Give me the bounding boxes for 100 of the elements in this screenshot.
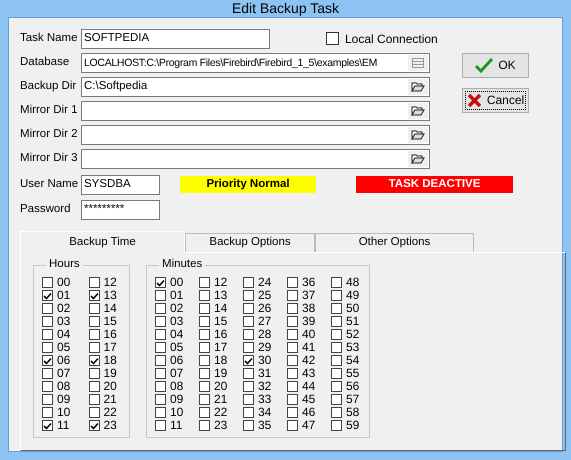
checkbox[interactable] — [287, 394, 298, 405]
text-field[interactable]: SYSDBA — [81, 175, 160, 195]
checkbox[interactable] — [331, 381, 342, 392]
checkbox[interactable] — [88, 277, 100, 288]
text-field[interactable]: SOFTPEDIA — [81, 29, 270, 49]
checkbox[interactable] — [88, 394, 100, 405]
text-field[interactable] — [81, 125, 430, 145]
checkbox[interactable] — [243, 277, 254, 288]
checkbox[interactable] — [42, 342, 53, 353]
cancel-button[interactable]: Cancel — [462, 88, 529, 113]
checkbox[interactable] — [243, 316, 254, 327]
checkbox[interactable] — [88, 381, 100, 392]
checkbox[interactable] — [287, 355, 298, 366]
checkbox[interactable] — [287, 329, 298, 340]
text-field[interactable]: ********* — [81, 200, 160, 220]
checkbox[interactable] — [199, 407, 210, 418]
checkbox[interactable] — [331, 394, 342, 405]
browse-button[interactable] — [408, 103, 428, 119]
checkbox[interactable] — [42, 290, 53, 301]
checkbox[interactable] — [42, 303, 53, 314]
checkbox[interactable] — [42, 394, 53, 405]
checkbox[interactable] — [331, 407, 342, 418]
checkbox[interactable] — [287, 420, 298, 431]
tab[interactable]: Other Options — [315, 233, 474, 252]
checkbox[interactable] — [42, 368, 53, 379]
checkbox[interactable] — [88, 316, 100, 327]
checkbox[interactable] — [88, 420, 100, 431]
browse-button[interactable] — [408, 79, 428, 95]
checkbox[interactable] — [88, 368, 100, 379]
checkbox[interactable] — [331, 303, 342, 314]
checkbox[interactable] — [88, 355, 100, 366]
browse-button[interactable] — [408, 127, 428, 143]
browse-button[interactable] — [408, 151, 428, 167]
checkbox[interactable] — [199, 329, 210, 340]
checkbox[interactable] — [199, 303, 210, 314]
checkbox[interactable] — [287, 407, 298, 418]
checkbox[interactable] — [199, 290, 210, 301]
checkbox[interactable] — [88, 407, 100, 418]
text-field[interactable] — [81, 149, 430, 169]
checkbox[interactable] — [42, 420, 53, 431]
checkbox[interactable] — [331, 316, 342, 327]
checkbox[interactable] — [287, 277, 298, 288]
text-field[interactable]: LOCALHOST:C:\Program Files\Firebird\Firebird_1_5\examples\EM — [81, 53, 430, 73]
checkbox[interactable] — [331, 342, 342, 353]
checkbox[interactable] — [199, 420, 210, 431]
checkbox[interactable] — [243, 368, 254, 379]
checkbox[interactable] — [42, 329, 53, 340]
checkbox[interactable] — [155, 316, 166, 327]
checkbox[interactable] — [155, 368, 166, 379]
checkbox[interactable] — [199, 355, 210, 366]
checkbox[interactable] — [331, 290, 342, 301]
checkbox[interactable] — [243, 329, 254, 340]
checkbox[interactable] — [42, 316, 53, 327]
checkbox[interactable] — [155, 342, 166, 353]
checkbox[interactable] — [88, 329, 100, 340]
checkbox[interactable] — [155, 355, 166, 366]
checkbox[interactable] — [243, 290, 254, 301]
ok-button[interactable]: OK — [462, 53, 529, 78]
checkbox[interactable] — [326, 32, 339, 46]
checkbox[interactable] — [243, 342, 254, 353]
checkbox[interactable] — [199, 316, 210, 327]
checkbox[interactable] — [155, 407, 166, 418]
checkbox[interactable] — [155, 394, 166, 405]
checkbox[interactable] — [243, 355, 254, 366]
checkbox[interactable] — [287, 290, 298, 301]
checkbox[interactable] — [287, 381, 298, 392]
checkbox[interactable] — [155, 381, 166, 392]
checkbox[interactable] — [199, 277, 210, 288]
checkbox[interactable] — [42, 381, 53, 392]
checkbox[interactable] — [155, 303, 166, 314]
text-field[interactable] — [81, 101, 430, 121]
checkbox[interactable] — [155, 329, 166, 340]
checkbox[interactable] — [331, 355, 342, 366]
checkbox[interactable] — [287, 368, 298, 379]
checkbox[interactable] — [287, 342, 298, 353]
tab[interactable]: Backup Options — [185, 233, 315, 252]
checkbox[interactable] — [287, 316, 298, 327]
checkbox[interactable] — [155, 290, 166, 301]
checkbox[interactable] — [243, 420, 254, 431]
checkbox[interactable] — [243, 407, 254, 418]
checkbox[interactable] — [287, 303, 298, 314]
text-field[interactable]: C:\Softpedia — [81, 77, 430, 97]
checkbox[interactable] — [331, 420, 342, 431]
checkbox[interactable] — [243, 303, 254, 314]
checkbox[interactable] — [155, 420, 166, 431]
checkbox[interactable] — [243, 394, 254, 405]
checkbox[interactable] — [88, 303, 100, 314]
checkbox[interactable] — [199, 394, 210, 405]
checkbox[interactable] — [155, 277, 166, 288]
checkbox[interactable] — [243, 381, 254, 392]
checkbox[interactable] — [331, 368, 342, 379]
checkbox[interactable] — [331, 329, 342, 340]
checkbox[interactable] — [199, 342, 210, 353]
checkbox[interactable] — [42, 407, 53, 418]
checkbox[interactable] — [199, 368, 210, 379]
checkbox[interactable] — [88, 342, 100, 353]
checkbox[interactable] — [42, 355, 53, 366]
checkbox[interactable] — [199, 381, 210, 392]
checkbox[interactable] — [331, 277, 342, 288]
checkbox[interactable] — [42, 277, 53, 288]
